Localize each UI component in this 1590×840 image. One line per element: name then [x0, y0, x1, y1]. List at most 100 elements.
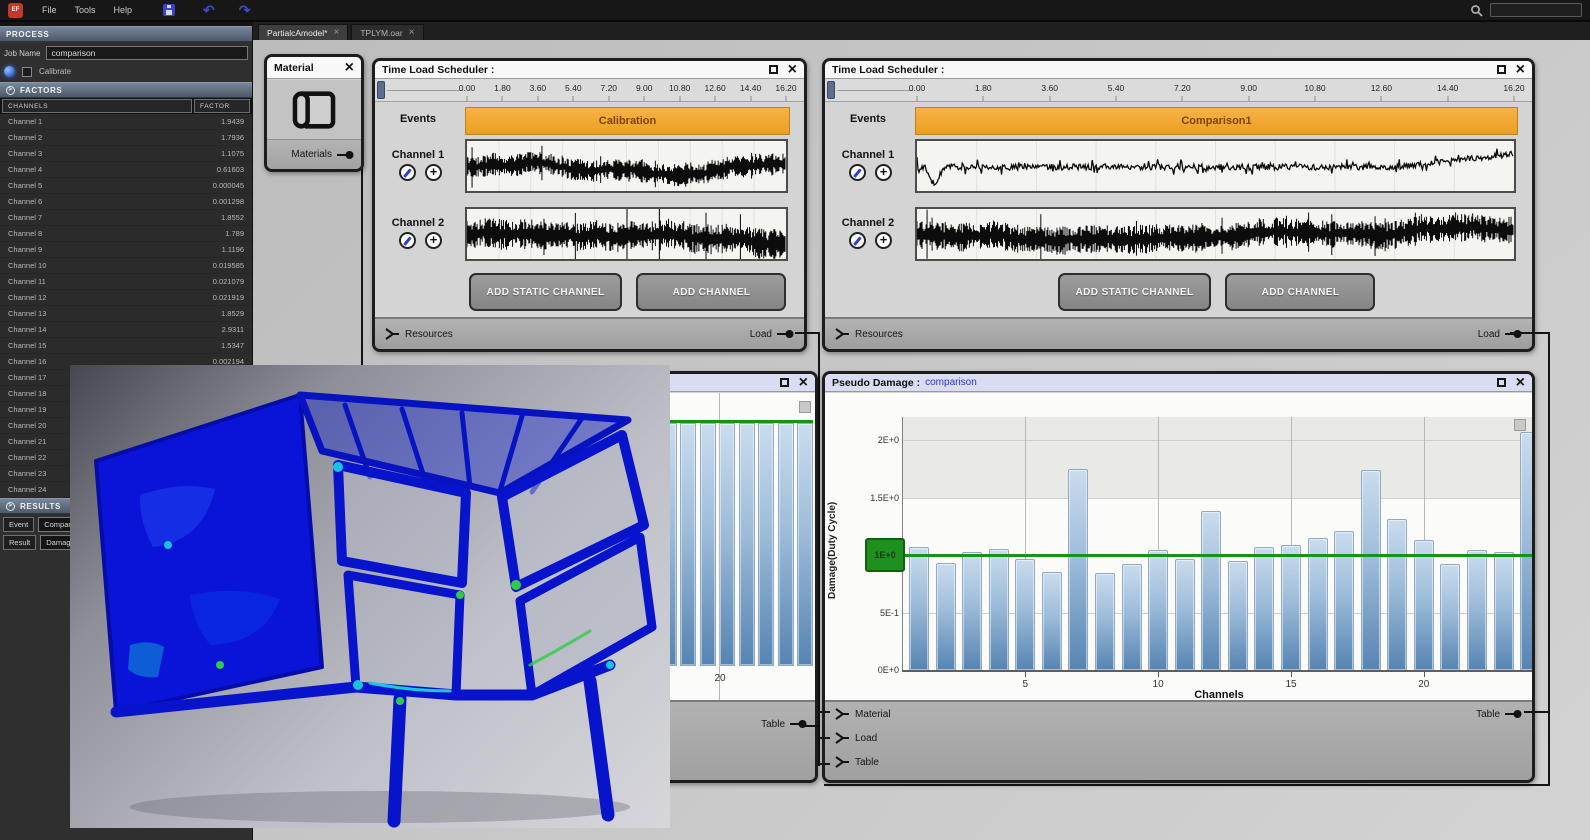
ruler-tick-label: 10.80	[1304, 83, 1325, 93]
wire-load1-vertical	[818, 332, 820, 766]
menu-tools[interactable]: Tools	[66, 3, 105, 17]
channel-row-2[interactable]: Channel 21.7936	[0, 130, 252, 146]
calibrate-checkbox[interactable]	[22, 67, 32, 77]
tab-data-file[interactable]: TPLYM.oar ×	[351, 24, 423, 40]
damage-bar-channel-12	[1201, 511, 1221, 670]
load-input-port[interactable]: Load	[835, 732, 877, 744]
ruler-tick-label: 9.00	[636, 83, 653, 93]
close-icon[interactable]: ×	[345, 62, 354, 73]
channel-name: Channel 8	[0, 229, 196, 238]
add-static-channel-button[interactable]: ADD STATIC CHANNEL	[469, 273, 623, 311]
menu-file[interactable]: File	[33, 3, 66, 17]
channel-row-11[interactable]: Channel 110.021079	[0, 274, 252, 290]
table-input-port[interactable]: Table	[835, 756, 879, 768]
edit-pencil-icon[interactable]	[849, 164, 866, 181]
close-icon[interactable]: ×	[788, 64, 797, 75]
add-icon[interactable]: +	[425, 164, 442, 181]
y-axis-label: Damage(Duty Cycle)	[827, 465, 838, 635]
channel-row-8[interactable]: Channel 81.789	[0, 226, 252, 242]
channel-row-7[interactable]: Channel 71.8552	[0, 210, 252, 226]
channel-1-signal-plot[interactable]	[465, 139, 788, 193]
channel-row-12[interactable]: Channel 120.021919	[0, 290, 252, 306]
channel-row-10[interactable]: Channel 100.019585	[0, 258, 252, 274]
channel-row-1[interactable]: Channel 11.9439	[0, 114, 252, 130]
search-input[interactable]	[1490, 3, 1582, 17]
material-node-window[interactable]: Material × Materials	[264, 54, 364, 172]
edit-pencil-icon[interactable]	[399, 164, 416, 181]
tab-model[interactable]: PartialcAmodel* ×	[258, 24, 348, 40]
tab-close-icon[interactable]: ×	[333, 29, 339, 37]
factor-column-header[interactable]: FACTOR	[194, 99, 250, 113]
channel-row-6[interactable]: Channel 60.001298	[0, 194, 252, 210]
run-radio-button[interactable]	[4, 66, 15, 77]
add-channel-button[interactable]: ADD CHANNEL	[1225, 273, 1375, 311]
process-section-header[interactable]: PROCESS	[0, 26, 252, 42]
materials-output-port[interactable]: Materials	[291, 149, 354, 161]
event-block-calibration[interactable]: Calibration	[465, 107, 790, 135]
ruler-tick-label: 7.20	[600, 83, 617, 93]
input-port-icon	[385, 328, 400, 340]
menu-help[interactable]: Help	[105, 3, 142, 17]
channel-row-15[interactable]: Channel 151.5347	[0, 338, 252, 354]
maximize-icon[interactable]	[1497, 65, 1506, 74]
time-load-scheduler-1[interactable]: Time Load Scheduler : × 0.001.803.605.40…	[372, 58, 807, 352]
channel-row-5[interactable]: Channel 50.000045	[0, 178, 252, 194]
edit-pencil-icon[interactable]	[849, 232, 866, 249]
resources-input-port[interactable]: Resources	[835, 328, 903, 340]
search-icon[interactable]	[1470, 4, 1483, 17]
ruler-tick-label: 14.40	[740, 83, 761, 93]
table-output-port[interactable]: Table	[761, 718, 807, 730]
time-load-scheduler-2[interactable]: Time Load Scheduler : × 0.001.803.605.40…	[822, 58, 1535, 352]
channel-2-signal-plot[interactable]	[465, 207, 788, 261]
resources-input-port[interactable]: Resources	[385, 328, 453, 340]
edit-pencil-icon[interactable]	[399, 232, 416, 249]
x-axis	[902, 670, 1532, 672]
damage-bar-chart: Damage(Duty Cycle) 1E+0 Channels 0E+05E-…	[825, 393, 1532, 700]
factors-section-header[interactable]: ˃ FACTORS	[0, 82, 252, 98]
pseudo-damage-comparison-window[interactable]: Pseudo Damage : comparison × Damage(Duty…	[822, 371, 1535, 783]
channel-row-14[interactable]: Channel 142.9311	[0, 322, 252, 338]
channel-1-signal-plot[interactable]	[915, 139, 1516, 193]
material-input-port[interactable]: Material	[835, 708, 891, 720]
close-icon[interactable]: ×	[799, 377, 808, 388]
load-output-port[interactable]: Load	[750, 328, 794, 340]
damage-bar-channel-1	[909, 547, 929, 670]
add-icon[interactable]: +	[425, 232, 442, 249]
channel-2-signal-plot[interactable]	[915, 207, 1516, 261]
reference-line[interactable]	[903, 554, 1532, 557]
tab-close-icon[interactable]: ×	[409, 29, 415, 37]
job-name-input[interactable]	[46, 46, 248, 60]
maximize-icon[interactable]	[769, 65, 778, 74]
maximize-icon[interactable]	[780, 378, 789, 387]
add-static-channel-button[interactable]: ADD STATIC CHANNEL	[1058, 273, 1212, 311]
channel-row-13[interactable]: Channel 131.8529	[0, 306, 252, 322]
timeline-slider-handle[interactable]	[377, 81, 385, 99]
timeline-slider-handle[interactable]	[827, 81, 835, 99]
calibration-bar-7	[758, 423, 774, 666]
ruler-tick-label: 12.60	[1371, 83, 1392, 93]
undo-icon[interactable]: ↶	[203, 5, 215, 15]
maximize-icon[interactable]	[1497, 378, 1506, 387]
channel-row-3[interactable]: Channel 31.1075	[0, 146, 252, 162]
channel-row-9[interactable]: Channel 91.1196	[0, 242, 252, 258]
add-channel-button[interactable]: ADD CHANNEL	[636, 273, 786, 311]
add-icon[interactable]: +	[875, 232, 892, 249]
reference-line-handle[interactable]: 1E+0	[865, 538, 905, 572]
calibration-bar-4	[700, 423, 716, 666]
table-output-port[interactable]: Table	[1476, 708, 1522, 720]
channel-row-4[interactable]: Channel 40.61603	[0, 162, 252, 178]
close-icon[interactable]: ×	[1516, 377, 1525, 388]
channel-name: Channel 13	[0, 309, 196, 318]
load-output-port[interactable]: Load	[1478, 328, 1522, 340]
add-icon[interactable]: +	[875, 164, 892, 181]
factors-table-header: CHANNELS FACTOR	[0, 98, 252, 114]
chart-scroll-handle[interactable]	[799, 401, 811, 413]
chart-scroll-handle[interactable]	[1514, 419, 1526, 431]
channel-factor: 1.8552	[196, 213, 252, 222]
save-icon[interactable]	[163, 4, 175, 16]
channel-2-label: Channel 2	[825, 217, 911, 229]
close-icon[interactable]: ×	[1516, 64, 1525, 75]
event-block-comparison1[interactable]: Comparison1	[915, 107, 1518, 135]
redo-icon[interactable]: ↷	[239, 5, 251, 15]
channels-column-header[interactable]: CHANNELS	[2, 99, 192, 113]
